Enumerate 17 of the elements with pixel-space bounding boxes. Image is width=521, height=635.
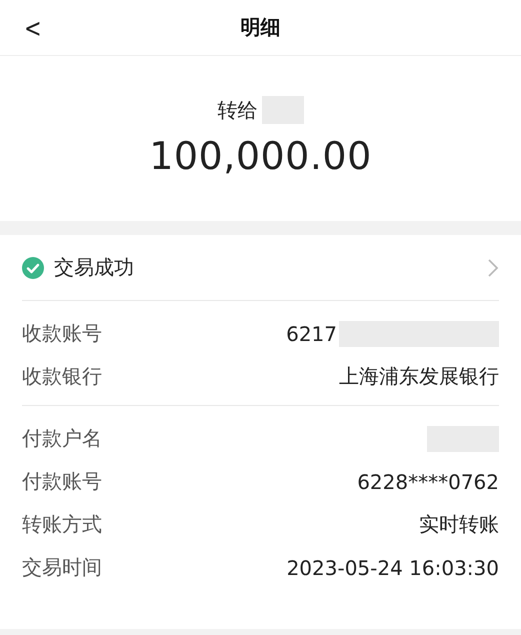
field-label: 收款银行 (22, 363, 102, 390)
field-value: 实时转账 (419, 511, 499, 538)
page-title: 明细 (240, 14, 280, 41)
field-value: 上海浦东发展银行 (339, 363, 499, 390)
field-label: 付款户名 (22, 425, 102, 452)
amount-text: 100,000.00 (149, 134, 372, 178)
field-value: 2023-05-24 16:03:30 (286, 556, 499, 580)
status-text: 交易成功 (54, 254, 135, 281)
field-value: 6228****0762 (357, 470, 499, 494)
field-label: 收款账号 (22, 320, 102, 347)
field-label: 交易时间 (22, 554, 102, 581)
field-label: 付款账号 (22, 468, 102, 495)
field-label: 转账方式 (22, 511, 102, 538)
chevron-right-icon[interactable] (487, 258, 499, 278)
back-button[interactable]: < (18, 10, 48, 48)
field-value: 6217 (286, 322, 337, 346)
recipient-label: 转给 (218, 96, 258, 124)
